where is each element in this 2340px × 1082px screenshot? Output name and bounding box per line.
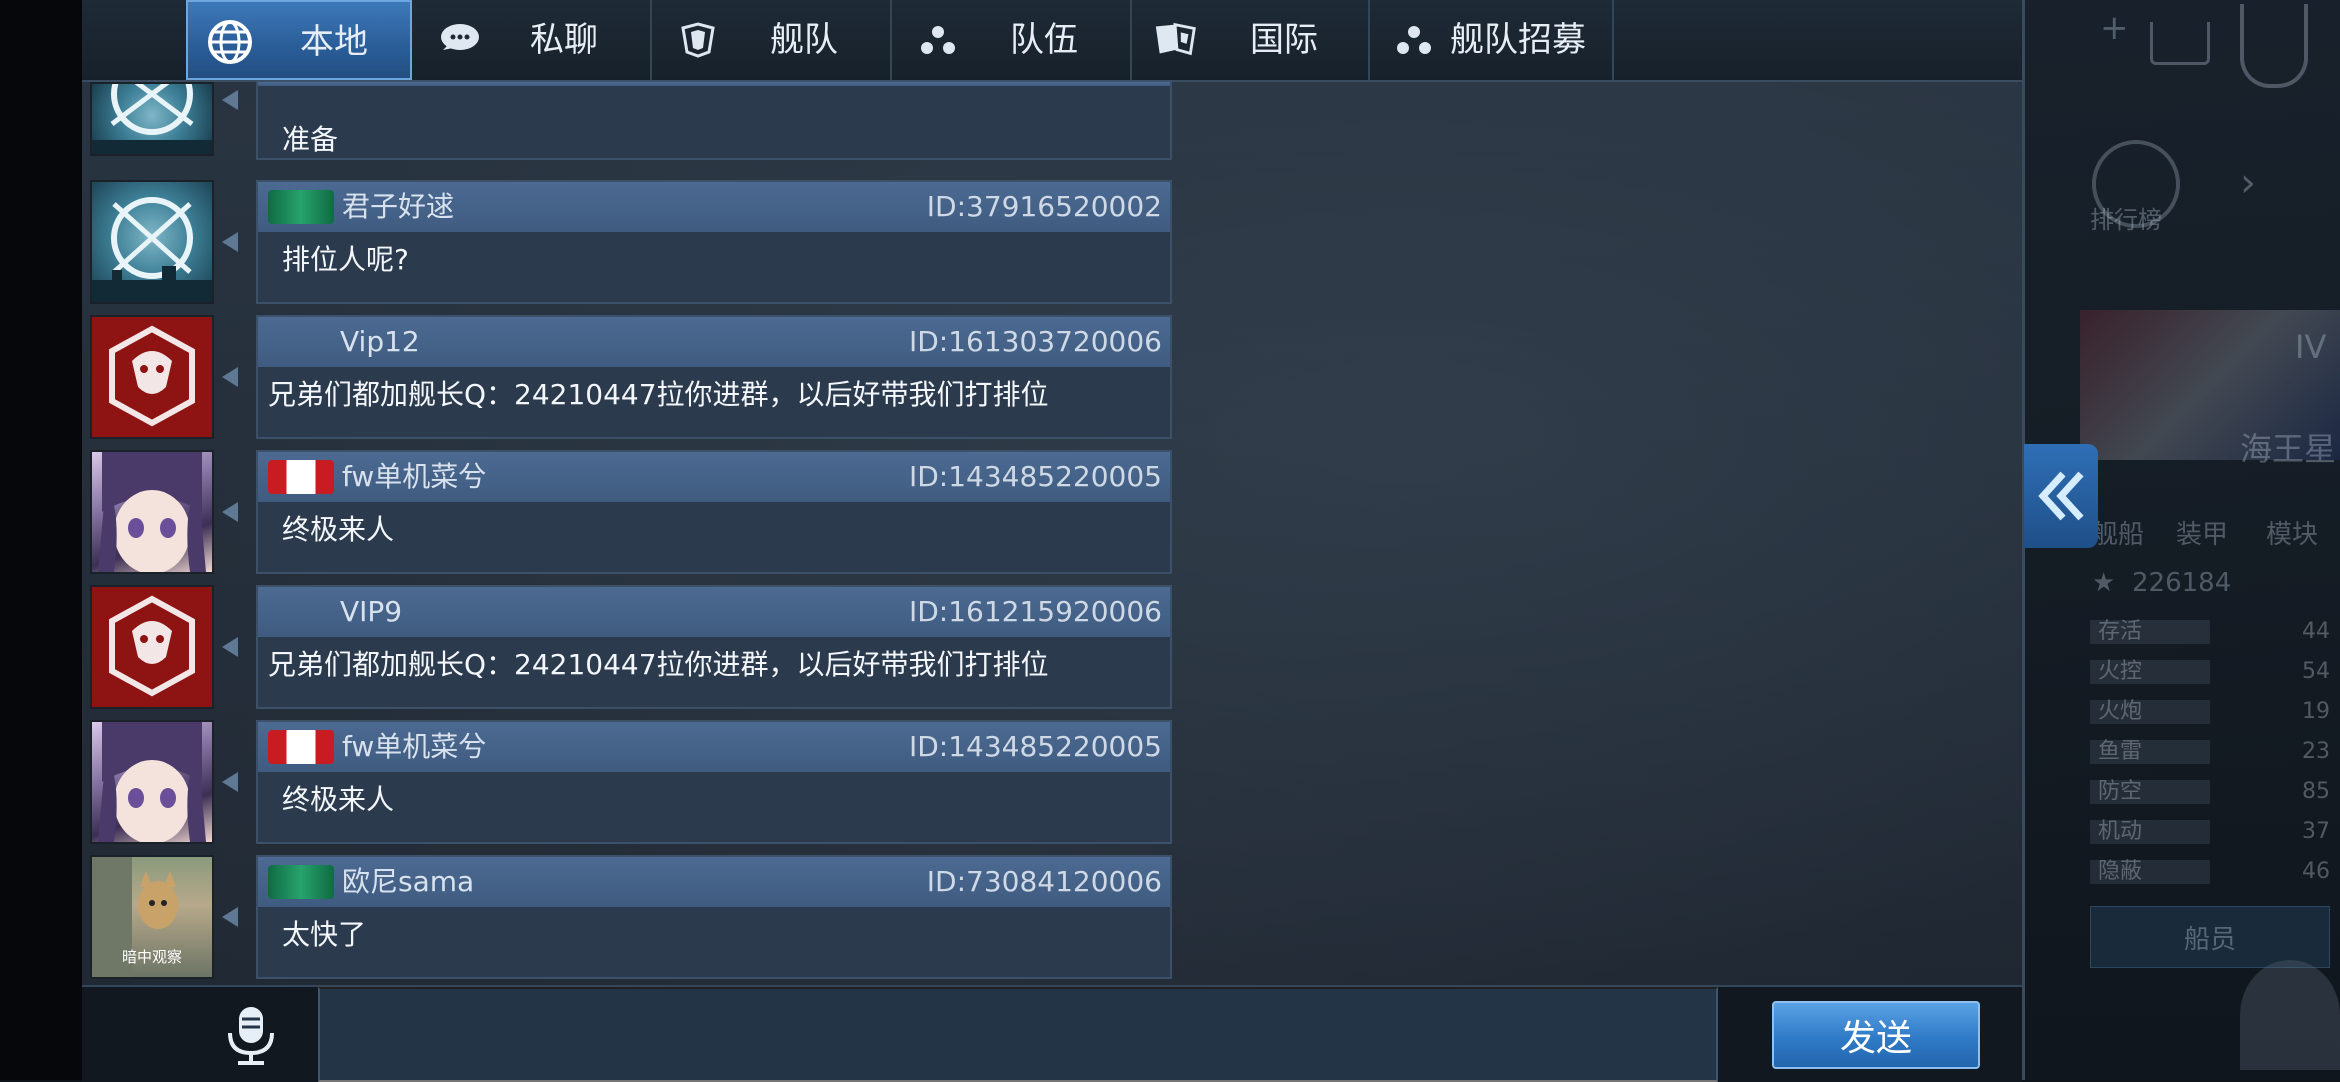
canada-flag-icon [268,730,334,764]
sender-id: ID:143485220005 [908,730,1162,763]
message-header: fw单机菜兮 ID:143485220005 [258,722,1170,772]
rating-value: 226184 [2132,568,2232,598]
chat-message: fw单机菜兮 ID:143485220005 终极来人 [82,446,1182,574]
chat-message: VIP9 ID:161215920006 兄弟们都加舰长Q：24210447拉你… [82,581,1182,709]
sender-id: ID:161215920006 [908,595,1162,628]
collapse-panel-button[interactable] [2024,444,2098,548]
bubble-pointer [222,90,238,110]
ranking-label: 排行榜 [2090,206,2162,234]
tab-fleet-recruit[interactable]: 舰队招募 [1370,0,1614,80]
tab-international-label: 国际 [1250,20,1318,60]
message-bubble: 准备 [256,80,1172,160]
message-text: 兄弟们都加舰长Q：24210447拉你进群，以后好带我们打排位 [268,648,1049,681]
avatar[interactable] [90,82,214,156]
avatar[interactable] [90,585,214,709]
message-text: 准备 [282,123,339,156]
left-edge [0,0,82,1080]
stat-row: 火控 54 [2090,658,2330,686]
double-chevron-left-icon [2038,471,2084,521]
chat-message: 君子好逑 ID:37916520002 排位人呢? [82,176,1182,304]
chat-message: 准备 [82,32,1182,160]
bubble-pointer [222,232,238,252]
message-bubble: 君子好逑 ID:37916520002 排位人呢? [256,180,1172,304]
message-header: 君子好逑 ID:37916520002 [258,182,1170,232]
send-button[interactable]: 发送 [1772,1001,1980,1069]
microphone-icon[interactable] [222,1005,280,1067]
captain-portrait[interactable] [2240,960,2340,1070]
avatar[interactable] [90,720,214,844]
sender-name[interactable]: 君子好逑 [342,186,454,228]
chat-message: 暗中观察 欧尼sama ID:73084120006 太快了 [82,851,1182,979]
chevron-right-icon[interactable]: › [2240,160,2256,206]
ship-tier: IV [2295,328,2327,366]
message-text: 终极来人 [282,513,395,546]
stat-row: 隐蔽 46 [2090,858,2330,886]
message-bubble: Vip12 ID:161303720006 兄弟们都加舰长Q：24210447拉… [256,315,1172,439]
canada-flag-icon [268,460,334,494]
star-icon: ★ [2092,568,2116,598]
team-icon [1390,18,1438,62]
message-text: 排位人呢? [282,243,409,276]
sender-id: ID:161303720006 [908,325,1162,358]
anchor-icon[interactable] [2240,4,2308,88]
avatar-caption: 暗中观察 [121,948,182,966]
message-header: VIP9 ID:161215920006 [258,587,1170,637]
avatar[interactable] [90,315,214,439]
message-bubble: fw单机菜兮 ID:143485220005 终极来人 [256,450,1172,574]
tab-fleet-recruit-label: 舰队招募 [1450,20,1586,60]
stat-row: 火炮 19 [2090,698,2330,726]
chat-message: Vip12 ID:161303720006 兄弟们都加舰长Q：24210447拉… [82,311,1182,439]
sender-id: ID:73084120006 [926,865,1162,898]
message-text: 太快了 [282,918,367,951]
sender-id: ID:37916520002 [926,190,1162,223]
avatar[interactable] [90,180,214,304]
fleet-flag-icon [268,865,334,899]
message-input[interactable] [318,987,1718,1082]
plus-icon: + [2100,8,2129,48]
stat-row: 存活 44 [2090,618,2330,646]
sender-name[interactable]: Vip12 [340,321,420,363]
chat-message: fw单机菜兮 ID:143485220005 终极来人 [82,716,1182,844]
sender-name[interactable]: fw单机菜兮 [342,456,486,498]
message-header: Vip12 ID:161303720006 [258,317,1170,367]
ship-name: 海王星 [2240,430,2337,468]
message-header: 欧尼sama ID:73084120006 [258,857,1170,907]
bubble-pointer [222,637,238,657]
fleet-flag-icon [268,190,334,224]
stat-row: 机动 37 [2090,818,2330,846]
bubble-pointer [222,907,238,927]
sender-name[interactable]: VIP9 [340,591,402,633]
sender-name[interactable]: 欧尼sama [342,861,474,903]
bubble-pointer [222,367,238,387]
stat-row: 防空 85 [2090,778,2330,806]
message-text: 兄弟们都加舰长Q：24210447拉你进群，以后好带我们打排位 [268,378,1049,411]
tab-ship[interactable]: 舰船 [2092,514,2144,551]
avatar[interactable] [90,450,214,574]
tab-module[interactable]: 模块 [2266,514,2318,551]
cart-icon[interactable] [2150,22,2210,65]
sender-id: ID:143485220005 [908,460,1162,493]
avatar[interactable]: 暗中观察 [90,855,214,979]
chat-input-bar: 发送 [82,985,2022,1082]
sender-name[interactable]: fw单机菜兮 [342,726,486,768]
bubble-pointer [222,772,238,792]
message-text: 终极来人 [282,783,395,816]
bubble-pointer [222,502,238,522]
message-bubble: fw单机菜兮 ID:143485220005 终极来人 [256,720,1172,844]
stat-row: 鱼雷 23 [2090,738,2330,766]
crew-button[interactable]: 船员 [2090,906,2330,968]
message-bubble: 欧尼sama ID:73084120006 太快了 [256,855,1172,979]
message-bubble: VIP9 ID:161215920006 兄弟们都加舰长Q：24210447拉你… [256,585,1172,709]
tab-armor[interactable]: 装甲 [2176,514,2228,551]
message-header: fw单机菜兮 ID:143485220005 [258,452,1170,502]
